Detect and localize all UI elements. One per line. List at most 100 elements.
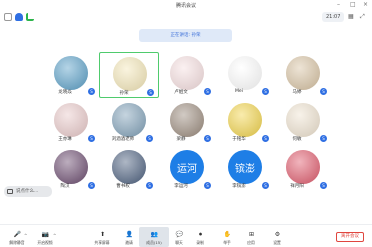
participant-tile[interactable]: 卢姐文 S <box>157 52 217 98</box>
avatar <box>54 103 88 137</box>
chat-bubble-icon <box>7 189 13 194</box>
avatar <box>112 103 146 137</box>
members-icon: 👥 <box>150 231 159 238</box>
participant-tile[interactable]: 祥月阳 S <box>273 146 333 192</box>
participant-tile[interactable]: 陶汉 S <box>41 146 101 192</box>
info-icon[interactable] <box>4 13 12 21</box>
avatar-text: 运河 <box>177 163 197 175</box>
microphone-muted-icon: 🎤 <box>13 231 22 238</box>
maximize-icon[interactable]: □ <box>350 2 356 8</box>
landscape-photo-image <box>112 103 146 137</box>
participant-name: 祥月阳 <box>290 184 304 189</box>
sunflower-image <box>228 103 262 137</box>
chat-icon: 💬 <box>175 231 184 238</box>
participant-name: 曹书权 <box>116 184 130 189</box>
toolbar-button-microphone-muted[interactable]: 🎤 解除静音 <box>2 227 32 247</box>
participant-name: 梁静 <box>176 137 186 142</box>
flower-illustration-image <box>113 57 147 91</box>
camera-off-icon: 📷 <box>41 231 50 238</box>
participant-tile[interactable]: 刘酒酒老师 S <box>99 99 159 145</box>
participant-tile[interactable]: 运河李运河 S <box>157 146 217 192</box>
wristwatch-image <box>228 56 262 90</box>
participant-tile[interactable]: 梁静 S <box>157 99 217 145</box>
title-bar: 腾讯会议 – □ × <box>0 0 372 12</box>
avatar <box>228 56 262 90</box>
participant-tile[interactable]: 曹书权 S <box>99 146 159 192</box>
leave-meeting-button[interactable]: 离开会议 <box>336 232 364 242</box>
participant-badge-icon: S <box>262 135 269 142</box>
sky-photo-image <box>112 150 146 184</box>
share-screen-icon: ⬆ <box>99 231 106 238</box>
window-title: 腾讯会议 <box>175 3 196 9</box>
close-icon[interactable]: × <box>363 2 368 8</box>
avatar: 镔澎 <box>228 150 262 184</box>
toolbar-button-settings[interactable]: ⚙ 设置 <box>262 227 292 247</box>
avatar <box>54 56 88 90</box>
toolbar-label: 解除静音 <box>9 240 25 245</box>
participant-name: 王亦琳 <box>58 137 72 142</box>
mic-options-caret-icon[interactable]: ^ <box>24 233 27 238</box>
participant-badge-icon: S <box>88 182 95 189</box>
woman-photo-image <box>54 103 88 137</box>
shield-icon[interactable] <box>15 13 23 21</box>
toolbar-label: 开启视频 <box>37 240 53 245</box>
participant-name: 卢姐文 <box>174 90 188 95</box>
chat-float-label: 说点什么... <box>16 189 39 194</box>
participant-name: 龙晓焱 <box>58 90 72 95</box>
participant-badge-icon: S <box>204 182 211 189</box>
participant-badge-icon: S <box>204 88 211 95</box>
participant-tile[interactable]: 王亦琳 S <box>41 99 101 145</box>
participant-tile[interactable]: 孙荣 S <box>99 52 159 98</box>
fullscreen-icon[interactable]: ⤢ <box>360 13 365 21</box>
avatar <box>113 57 147 91</box>
cartoon-girl-image <box>286 103 320 137</box>
nature-photo-image <box>54 56 88 90</box>
sunset-photo-image <box>54 150 88 184</box>
toolbar-button-record[interactable]: ⏺ 录制 <box>185 227 215 247</box>
participant-name: 孙荣 <box>119 91 129 96</box>
participant-badge-icon: S <box>262 88 269 95</box>
grid-view-icon[interactable]: ▦ <box>348 13 354 20</box>
participant-badge-icon: S <box>204 135 211 142</box>
participant-name: 于铭华 <box>232 137 246 142</box>
participant-badge-icon: S <box>262 182 269 189</box>
participant-badge-icon: S <box>88 88 95 95</box>
participant-badge-icon: S <box>320 88 327 95</box>
speaking-banner: 正在讲话: 孙荣 <box>139 29 232 42</box>
participant-tile[interactable]: 于铭华 S <box>215 99 275 145</box>
avatar-text: 镔澎 <box>235 163 255 175</box>
participant-name: Mei <box>235 89 243 94</box>
chat-float-button[interactable]: 说点什么... <box>4 186 52 197</box>
invite-icon: 👤 <box>125 231 134 238</box>
participant-tile[interactable]: 镔澎李镔澎 S <box>215 146 275 192</box>
meeting-timer: 21:07 <box>322 12 345 22</box>
participant-tile[interactable]: 何敏 S <box>273 99 333 145</box>
participant-badge-icon: S <box>146 135 153 142</box>
participant-tile[interactable]: 马婷 S <box>273 52 333 98</box>
minimize-icon[interactable]: – <box>337 2 340 8</box>
avatar <box>112 150 146 184</box>
participant-tile[interactable]: 龙晓焱 S <box>41 52 101 98</box>
participant-badge-icon: S <box>320 182 327 189</box>
settings-icon: ⚙ <box>274 231 281 238</box>
participant-tile[interactable]: Mei S <box>215 52 275 98</box>
participant-badge-icon: S <box>88 135 95 142</box>
video-options-caret-icon[interactable]: ^ <box>53 233 56 238</box>
participant-name: 刘酒酒老师 <box>111 137 135 142</box>
avatar <box>228 103 262 137</box>
portrait-photo-image <box>170 103 204 137</box>
avatar <box>286 150 320 184</box>
participant-name: 李镔澎 <box>232 184 246 189</box>
meeting-toolbar: 离开会议 🎤 解除静音 📷 开启视频 ⬆ 共享屏幕 👤 邀请 👥 成员(15) 💬 聊天 ⏺ 录制 ✋ 举手 ⊞… <box>0 224 372 247</box>
toolbar-label: 录制 <box>196 240 204 245</box>
dog-photo-image <box>286 56 320 90</box>
avatar: 运河 <box>170 150 204 184</box>
avatar <box>286 56 320 90</box>
participant-name: 李运河 <box>174 184 188 189</box>
raise-hand-icon: ✋ <box>223 231 232 238</box>
participant-badge-icon: S <box>147 89 154 96</box>
toolbar-button-share-screen[interactable]: ⬆ 共享屏幕 <box>87 227 117 247</box>
avatar <box>286 103 320 137</box>
cartoon-character-image <box>170 56 204 90</box>
toolbar-label: 设置 <box>273 240 281 245</box>
